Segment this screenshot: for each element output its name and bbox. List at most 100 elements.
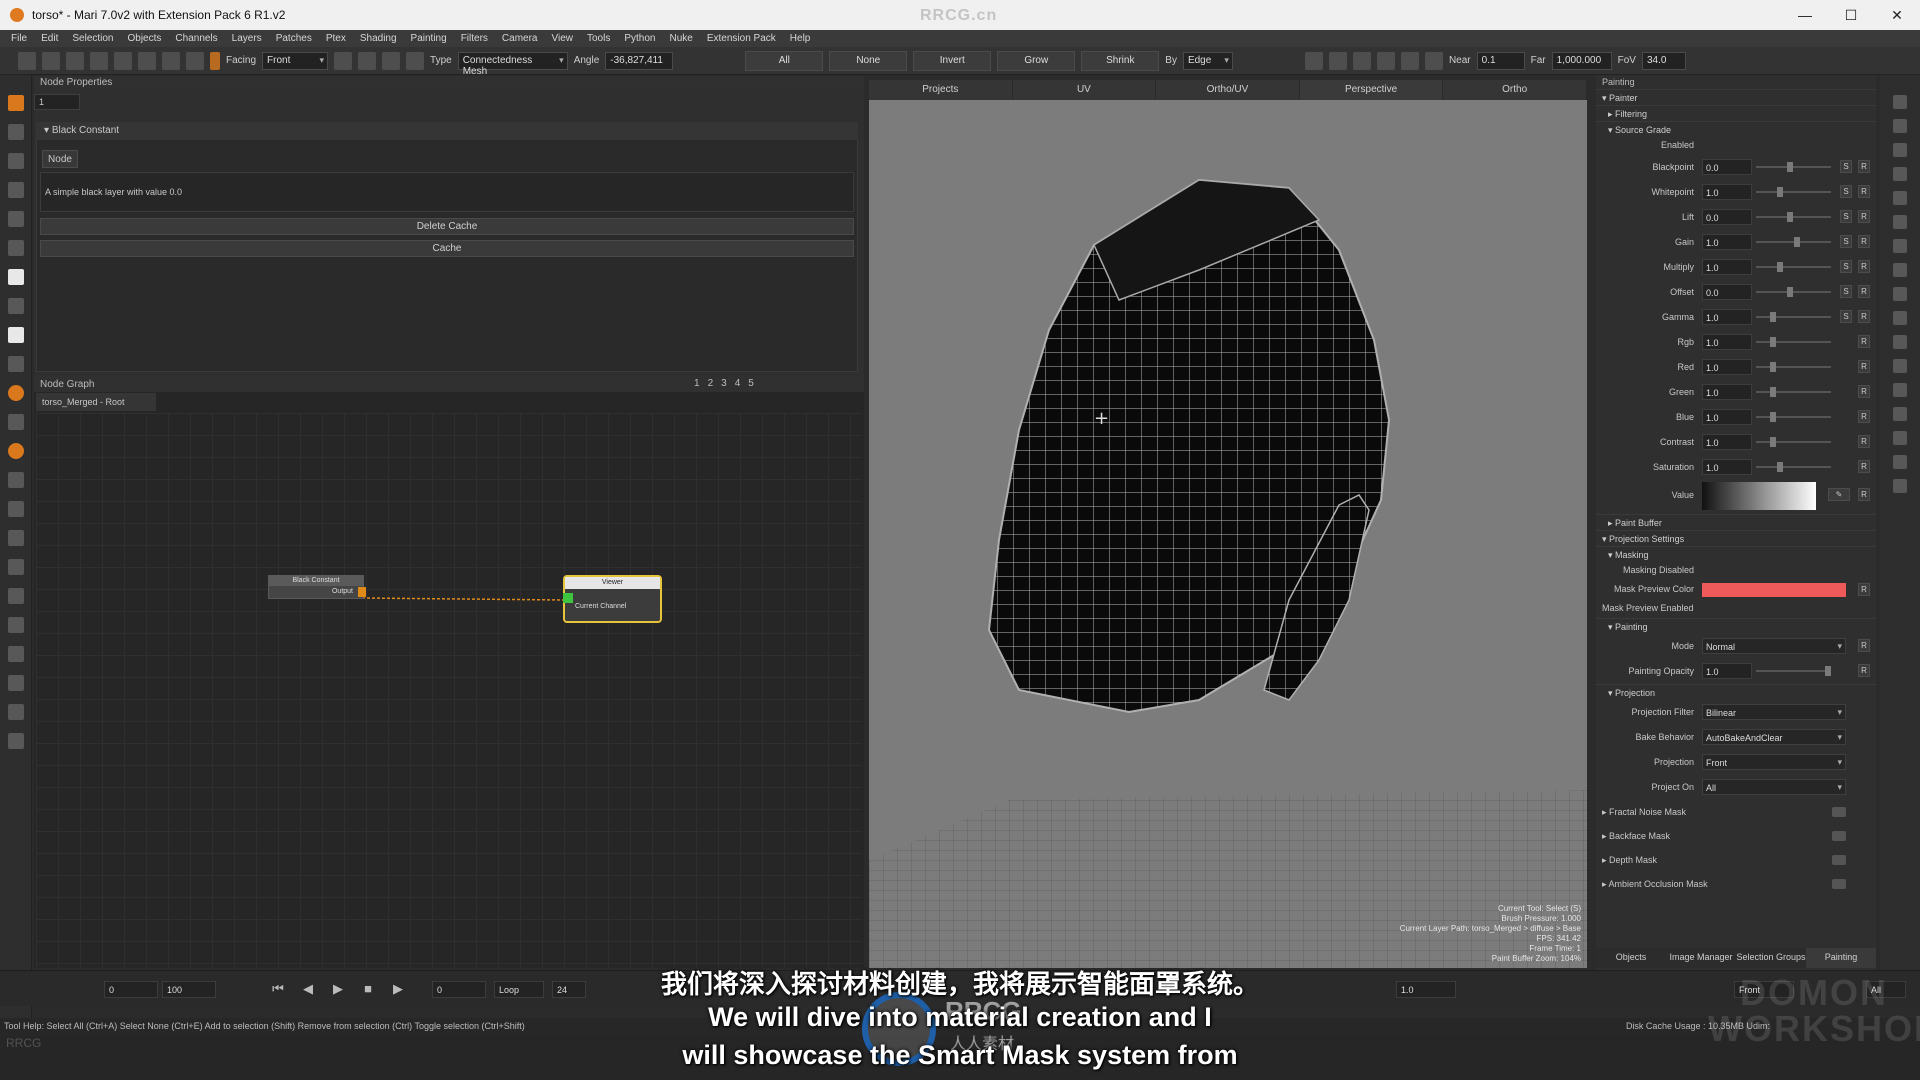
whitepoint-s-button[interactable]: S bbox=[1840, 185, 1852, 198]
viewer-input-port[interactable] bbox=[563, 593, 573, 603]
backface-mask-toggle[interactable] bbox=[1832, 831, 1846, 841]
project-on-select[interactable]: All bbox=[1702, 779, 1846, 795]
multiply-slider-knob[interactable] bbox=[1777, 262, 1783, 272]
gamma-reset-button[interactable]: R bbox=[1858, 310, 1870, 323]
depth-mask-row[interactable]: ▸ Depth Mask bbox=[1596, 848, 1876, 872]
red-input[interactable]: 1.0 bbox=[1702, 359, 1752, 375]
whitepoint-slider[interactable] bbox=[1756, 187, 1831, 197]
saturation-slider-knob[interactable] bbox=[1777, 462, 1783, 472]
painter-section[interactable]: ▾ Painter bbox=[1596, 89, 1876, 105]
3d-viewport[interactable]: + Current Tool: Select (S) Brush Pressur… bbox=[869, 100, 1587, 968]
gain-slider[interactable] bbox=[1756, 237, 1831, 247]
opacity-slider-knob[interactable] bbox=[1825, 666, 1831, 676]
saturation-input[interactable]: 1.0 bbox=[1702, 459, 1752, 475]
multiply-slider[interactable] bbox=[1756, 262, 1831, 272]
contrast-reset-button[interactable]: R bbox=[1858, 435, 1870, 448]
blackpoint-s-button[interactable]: S bbox=[1840, 160, 1852, 173]
gain-reset-button[interactable]: R bbox=[1858, 235, 1870, 248]
patches-panel-icon[interactable] bbox=[1893, 383, 1907, 397]
ambient-occlusion-mask-toggle[interactable] bbox=[1832, 879, 1846, 889]
masking-section[interactable]: ▾ Masking bbox=[1596, 546, 1876, 562]
rgb-slider[interactable] bbox=[1756, 337, 1831, 347]
brush-panel-icon[interactable] bbox=[1893, 215, 1907, 229]
blackpoint-slider[interactable] bbox=[1756, 162, 1831, 172]
gain-input[interactable]: 1.0 bbox=[1702, 234, 1752, 250]
tab-uv[interactable]: UV bbox=[1013, 80, 1157, 100]
eyedropper-icon[interactable]: ✎ bbox=[1828, 488, 1850, 501]
projection-settings-section[interactable]: ▾ Projection Settings bbox=[1596, 530, 1876, 546]
contrast-slider-knob[interactable] bbox=[1770, 437, 1776, 447]
green-slider-knob[interactable] bbox=[1770, 387, 1776, 397]
logs-panel-icon[interactable] bbox=[1893, 431, 1907, 445]
painting-section[interactable]: ▾ Painting bbox=[1596, 618, 1876, 634]
shaders-panel-icon[interactable] bbox=[1893, 335, 1907, 349]
cameras-panel-icon[interactable] bbox=[1893, 455, 1907, 469]
contrast-slider[interactable] bbox=[1756, 437, 1831, 447]
offset-slider[interactable] bbox=[1756, 287, 1831, 297]
tab-projects[interactable]: Projects bbox=[869, 80, 1013, 100]
tool-properties-icon[interactable] bbox=[1893, 239, 1907, 253]
mode-reset-button[interactable]: R bbox=[1858, 639, 1870, 652]
opacity-slider[interactable] bbox=[1756, 666, 1831, 676]
shelf-panel-icon[interactable] bbox=[1893, 143, 1907, 157]
multiply-input[interactable]: 1.0 bbox=[1702, 259, 1752, 275]
ambient-occlusion-mask-row[interactable]: ▸ Ambient Occlusion Mask bbox=[1596, 872, 1876, 896]
gain-s-button[interactable]: S bbox=[1840, 235, 1852, 248]
lift-slider-knob[interactable] bbox=[1787, 212, 1793, 222]
source-grade-section[interactable]: ▾ Source Grade bbox=[1596, 121, 1876, 137]
value-reset-button[interactable]: R bbox=[1858, 488, 1870, 501]
projection-select[interactable]: Front bbox=[1702, 754, 1846, 770]
colors-panel-icon[interactable] bbox=[1893, 191, 1907, 205]
offset-s-button[interactable]: S bbox=[1840, 285, 1852, 298]
offset-input[interactable]: 0.0 bbox=[1702, 284, 1752, 300]
bake-behavior-select[interactable]: AutoBakeAndClear bbox=[1702, 729, 1846, 745]
gamma-s-button[interactable]: S bbox=[1840, 310, 1852, 323]
projection-filter-select[interactable]: Bilinear bbox=[1702, 704, 1846, 720]
green-input[interactable]: 1.0 bbox=[1702, 384, 1752, 400]
lights-panel-icon[interactable] bbox=[1893, 263, 1907, 277]
viewer-node[interactable]: Viewer Current Channel bbox=[563, 575, 662, 623]
blue-reset-button[interactable]: R bbox=[1858, 410, 1870, 423]
backface-mask-row[interactable]: ▸ Backface Mask bbox=[1596, 824, 1876, 848]
projection-section[interactable]: ▾ Projection bbox=[1596, 684, 1876, 700]
lift-input[interactable]: 0.0 bbox=[1702, 209, 1752, 225]
output-port[interactable] bbox=[358, 587, 366, 597]
blackpoint-reset-button[interactable]: R bbox=[1858, 160, 1870, 173]
value-gradient[interactable] bbox=[1702, 482, 1816, 510]
contrast-input[interactable]: 1.0 bbox=[1702, 434, 1752, 450]
fractal-noise-mask-row[interactable]: ▸ Fractal Noise Mask bbox=[1596, 800, 1876, 824]
snapshots-panel-icon[interactable] bbox=[1893, 287, 1907, 301]
tab-ortho-uv[interactable]: Ortho/UV bbox=[1156, 80, 1300, 100]
layers-panel-icon[interactable] bbox=[1893, 95, 1907, 109]
blackpoint-slider-knob[interactable] bbox=[1787, 162, 1793, 172]
green-slider[interactable] bbox=[1756, 387, 1831, 397]
fractal-noise-mask-toggle[interactable] bbox=[1832, 807, 1846, 817]
blue-slider[interactable] bbox=[1756, 412, 1831, 422]
history-panel-icon[interactable] bbox=[1893, 167, 1907, 181]
red-reset-button[interactable]: R bbox=[1858, 360, 1870, 373]
whitepoint-reset-button[interactable]: R bbox=[1858, 185, 1870, 198]
extension-panel-icon[interactable] bbox=[1893, 479, 1907, 493]
multiply-reset-button[interactable]: R bbox=[1858, 260, 1870, 273]
lift-slider[interactable] bbox=[1756, 212, 1831, 222]
offset-slider-knob[interactable] bbox=[1787, 287, 1793, 297]
channels-panel-icon[interactable] bbox=[1893, 119, 1907, 133]
whitepoint-slider-knob[interactable] bbox=[1777, 187, 1783, 197]
whitepoint-input[interactable]: 1.0 bbox=[1702, 184, 1752, 200]
depth-mask-toggle[interactable] bbox=[1832, 855, 1846, 865]
paint-buffer-section[interactable]: ▸ Paint Buffer bbox=[1596, 514, 1876, 530]
lift-s-button[interactable]: S bbox=[1840, 210, 1852, 223]
tab-ortho[interactable]: Ortho bbox=[1443, 80, 1587, 100]
rgb-slider-knob[interactable] bbox=[1770, 337, 1776, 347]
gain-slider-knob[interactable] bbox=[1794, 237, 1800, 247]
gamma-slider[interactable] bbox=[1756, 312, 1831, 322]
saturation-reset-button[interactable]: R bbox=[1858, 460, 1870, 473]
filtering-section[interactable]: ▸ Filtering bbox=[1596, 105, 1876, 121]
rgb-reset-button[interactable]: R bbox=[1858, 335, 1870, 348]
blue-input[interactable]: 1.0 bbox=[1702, 409, 1752, 425]
mode-select[interactable]: Normal bbox=[1702, 638, 1846, 654]
blue-slider-knob[interactable] bbox=[1770, 412, 1776, 422]
tab-perspective[interactable]: Perspective bbox=[1299, 80, 1444, 100]
gamma-slider-knob[interactable] bbox=[1770, 312, 1776, 322]
lift-reset-button[interactable]: R bbox=[1858, 210, 1870, 223]
